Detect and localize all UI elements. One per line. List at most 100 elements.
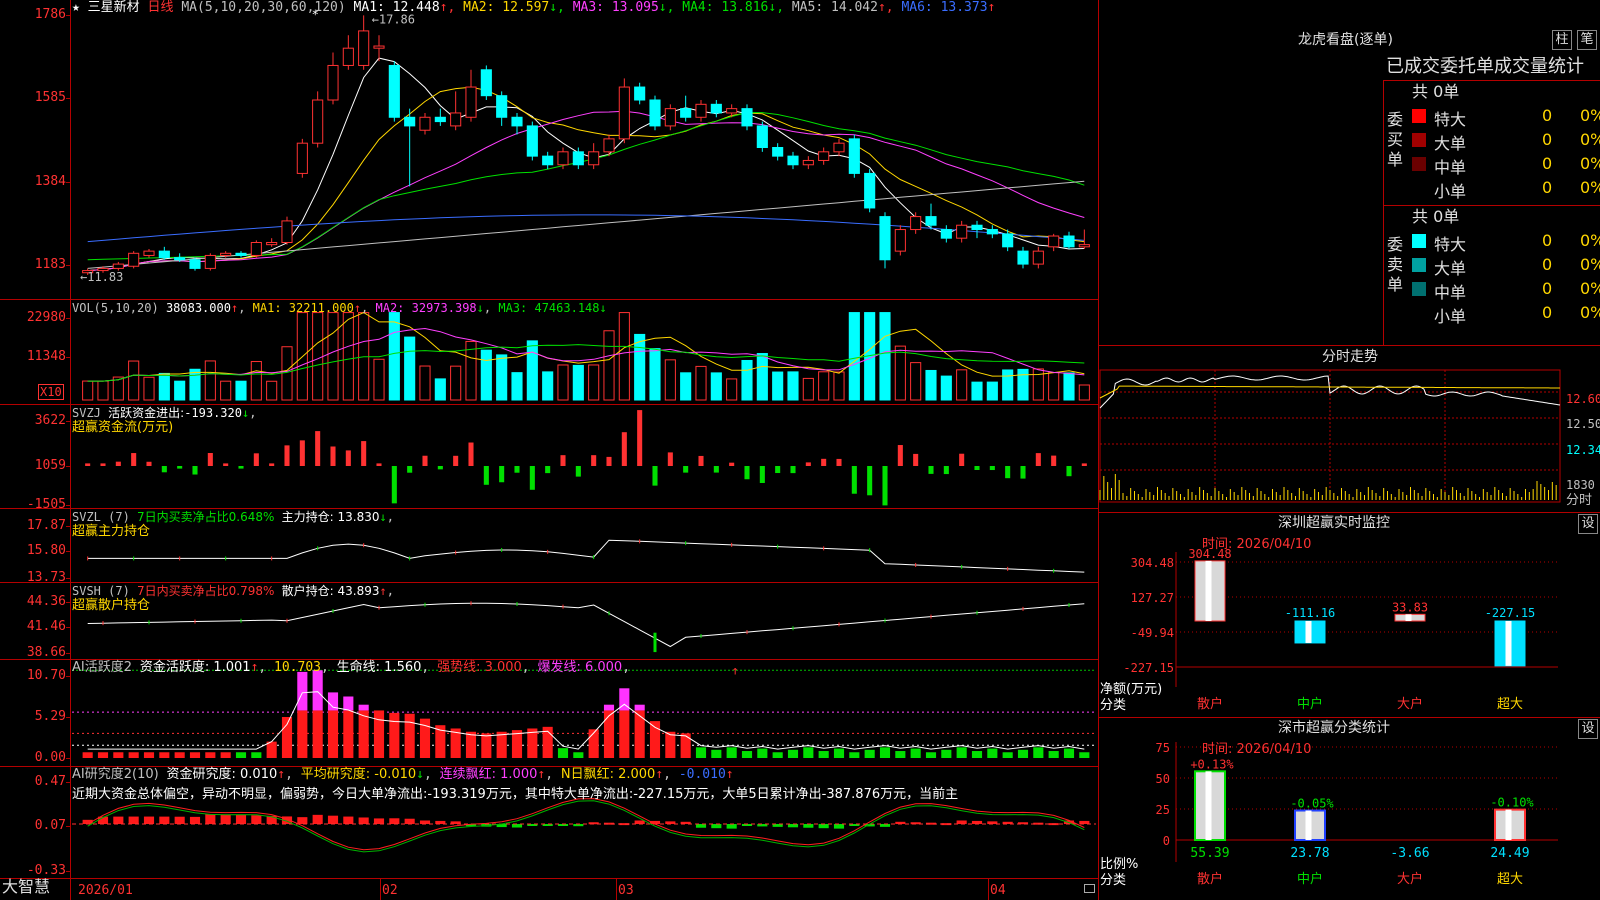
y-tick: -1505 xyxy=(26,497,66,512)
ai-research-bar xyxy=(389,818,400,824)
classify-bar-chart[interactable]: 75 50 25 0 +0.13% 55.39 散户 -0.05% 23.78 中户 -3.66 大户… xyxy=(1098,717,1600,900)
intraday-chart[interactable] xyxy=(1098,368,1600,512)
ai-research-bar xyxy=(235,814,247,824)
candle-body xyxy=(864,172,876,209)
svzj-bar xyxy=(805,462,811,466)
svzj-bar xyxy=(330,446,336,466)
svzj-bar xyxy=(744,466,750,480)
svzj-bar xyxy=(483,466,489,485)
buy-count: 0 xyxy=(1542,178,1553,197)
ai-research-bar xyxy=(174,816,185,824)
volume-bar xyxy=(603,330,615,401)
volume-bar xyxy=(480,349,492,401)
svzj-bar xyxy=(207,453,213,466)
buy-name: 中单 xyxy=(1434,158,1467,177)
fenshi-unit: 分时 xyxy=(1566,493,1593,508)
ai-active-bar xyxy=(726,747,737,758)
svzj-bar xyxy=(591,455,597,466)
volume-bar xyxy=(894,345,906,401)
ai-research-bar xyxy=(634,820,645,824)
ai-research-bar xyxy=(373,818,385,824)
volume-bar xyxy=(940,375,952,401)
svzl-line xyxy=(87,539,1085,573)
svzj-bar xyxy=(376,463,382,466)
vol-x10-label: X10 xyxy=(38,384,64,400)
candle-body xyxy=(572,151,584,166)
svzj-bar xyxy=(115,461,121,466)
lhb-bar-mode-button[interactable]: 柱 xyxy=(1552,30,1572,50)
ai-active-chart[interactable]: ↑ xyxy=(0,659,1098,766)
volume-bar xyxy=(634,333,646,401)
candle-body xyxy=(710,103,722,114)
svzj-bar xyxy=(713,466,719,473)
sell-name: 小单 xyxy=(1434,307,1467,326)
y-tick: -0.33 xyxy=(26,863,66,878)
candle-body xyxy=(128,252,140,267)
candle-body xyxy=(450,112,462,127)
ai-active-burst-bar xyxy=(634,704,645,711)
svzj-bar xyxy=(269,463,275,466)
candle-body xyxy=(143,250,155,256)
svzj-bar xyxy=(146,461,152,466)
candle-body xyxy=(971,224,983,231)
candle-body xyxy=(220,252,232,256)
y-tick: 41.46 xyxy=(26,619,66,634)
fenshi-vol-tick: 1830 xyxy=(1566,478,1595,492)
volume-bar xyxy=(434,378,446,401)
y-tick: 11348 xyxy=(26,349,66,364)
volume-bar xyxy=(956,369,968,401)
lock-icon[interactable] xyxy=(1084,884,1095,893)
volume-bar xyxy=(848,312,860,401)
sell-count: 0 xyxy=(1542,303,1553,322)
sell-row: 大单 0 0% xyxy=(1412,253,1600,278)
svzj-bar xyxy=(453,455,459,466)
candle-body xyxy=(940,229,952,239)
monitor-bar-chart[interactable]: 304.48 127.27 -49.94 -227.15 304.48 散户 -111.16… xyxy=(1098,512,1600,717)
candle-body xyxy=(465,86,477,118)
candle-body xyxy=(848,138,860,174)
ai-active-bar xyxy=(358,710,369,758)
candle-body xyxy=(358,30,370,66)
buy-name: 大单 xyxy=(1434,134,1467,153)
volume-bar xyxy=(833,371,845,401)
ai-active-bar xyxy=(297,710,308,758)
candle-body xyxy=(1017,250,1029,265)
candle-body xyxy=(526,125,538,157)
svzj-bar xyxy=(177,466,183,469)
classify-y-tick: 50 xyxy=(1156,772,1170,786)
lhb-tick-mode-button[interactable]: 笔 xyxy=(1577,30,1597,50)
ai-active-bar xyxy=(143,752,155,758)
ai-active-bar xyxy=(772,752,783,758)
svzj-bar xyxy=(698,455,704,466)
volume-bar xyxy=(787,371,799,401)
candle-body xyxy=(327,64,339,101)
ai-active-bar xyxy=(373,710,385,758)
svzj-bar xyxy=(851,466,857,494)
ai-research-bar xyxy=(327,815,339,824)
volume-bar xyxy=(741,359,753,401)
buy-pct: 0% xyxy=(1580,130,1600,149)
svsh-header: SVSH (7) 7日内买卖净占比0.798% 散户持仓: 43.893↑, xyxy=(72,584,394,598)
ai-research-bar xyxy=(297,817,308,824)
candle-body xyxy=(818,151,830,161)
svzj-bar xyxy=(867,466,873,496)
volume-bar xyxy=(756,353,768,401)
candle-body xyxy=(1002,233,1014,248)
monitor-y-tick: 127.27 xyxy=(1131,591,1174,605)
candle-body xyxy=(756,125,768,148)
price-chart[interactable]: ←17.86 * ←11.83 xyxy=(0,0,1098,299)
candle-body xyxy=(511,116,523,127)
classify-bar-shine xyxy=(1505,809,1512,840)
monitor-bar-label: 304.48 xyxy=(1188,547,1231,561)
ma4-line xyxy=(87,111,1085,261)
svzj-bar xyxy=(192,466,198,475)
candle-body xyxy=(925,216,937,226)
svzj-bar xyxy=(468,442,474,466)
candle-body xyxy=(373,45,385,49)
volume-bar xyxy=(526,340,538,401)
ai-research-chart[interactable] xyxy=(0,766,1098,878)
volume-bar xyxy=(189,368,201,401)
candle-body xyxy=(772,147,784,157)
ai-active-burst-bar xyxy=(297,671,308,711)
svzj-bar xyxy=(1066,466,1072,477)
